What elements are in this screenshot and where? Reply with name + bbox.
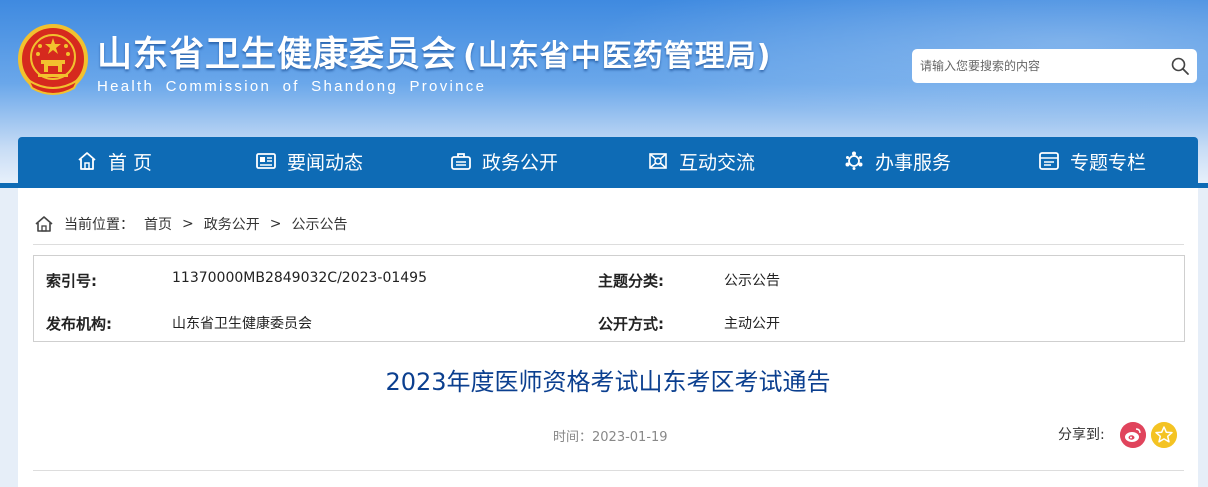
nav-item-topics[interactable]: 专题专栏	[1038, 137, 1146, 185]
search-icon[interactable]	[1170, 56, 1190, 76]
nav-label: 互动交流	[679, 151, 756, 174]
service-icon	[845, 151, 863, 170]
site-title-english: Health Commission of Shandong Province	[97, 78, 487, 95]
search-box	[912, 49, 1197, 83]
publisher-value: 山东省卫生健康委员会	[172, 316, 312, 332]
nav-label: 首 页	[108, 151, 153, 174]
publisher-label: 发布机构:	[46, 315, 112, 333]
mode-value: 主动公开	[724, 316, 780, 332]
breadcrumb-announcements[interactable]: 公示公告	[291, 214, 347, 234]
national-emblem-icon	[18, 24, 88, 95]
home-icon	[35, 216, 53, 232]
interaction-icon	[649, 153, 667, 169]
breadcrumb-government[interactable]: 政务公开	[204, 214, 260, 234]
nav-label: 政务公开	[482, 151, 559, 174]
site-title: 山东省卫生健康委员会 (山东省中医药管理局)	[97, 26, 771, 77]
site-title-main: 山东省卫生健康委员会	[97, 35, 458, 75]
topic-icon	[1039, 152, 1059, 170]
briefcase-icon	[451, 153, 471, 170]
main-nav: 首 页 要闻动态 政务公开 互动交流 办事服务 专题专栏	[18, 137, 1198, 185]
topic-value: 公示公告	[724, 273, 780, 289]
nav-label: 办事服务	[875, 151, 952, 174]
breadcrumb-prefix: 当前位置：	[64, 217, 134, 233]
index-value: 11370000MB2849032C/2023-01495	[172, 270, 428, 286]
nav-label: 要闻动态	[287, 151, 364, 174]
breadcrumb: 当前位置： 首页 > 政务公开 > 公示公告	[34, 214, 347, 234]
search-input[interactable]	[912, 49, 1162, 83]
site-title-sub: (山东省中医药管理局)	[463, 39, 772, 74]
topic-label: 主题分类:	[598, 272, 664, 290]
favorite-icon[interactable]	[1151, 422, 1177, 448]
breadcrumb-home[interactable]: 首页	[144, 214, 172, 234]
article-time: 时间：2023-01-19	[553, 430, 668, 445]
index-label: 索引号:	[46, 272, 97, 290]
home-icon	[78, 152, 96, 170]
content-panel: 当前位置： 首页 > 政务公开 > 公示公告 索引号: 11370000MB28…	[18, 188, 1198, 487]
divider	[33, 470, 1184, 471]
document-meta: 索引号: 11370000MB2849032C/2023-01495 主题分类:…	[33, 255, 1185, 342]
news-icon	[256, 153, 276, 169]
nav-item-service[interactable]: 办事服务	[843, 137, 951, 185]
weibo-icon[interactable]	[1120, 422, 1146, 448]
share-label: 分享到:	[1058, 427, 1105, 443]
breadcrumb-separator: >	[269, 216, 282, 232]
mode-label: 公开方式:	[598, 315, 664, 333]
breadcrumb-separator: >	[182, 216, 194, 232]
divider	[33, 244, 1184, 245]
nav-label: 专题专栏	[1070, 151, 1147, 174]
nav-item-government[interactable]: 政务公开	[450, 137, 558, 185]
article-title: 2023年度医师资格考试山东考区考试通告	[385, 368, 831, 396]
nav-item-interaction[interactable]: 互动交流	[647, 137, 755, 185]
nav-item-news[interactable]: 要闻动态	[255, 137, 363, 185]
nav-item-home[interactable]: 首 页	[76, 137, 152, 185]
